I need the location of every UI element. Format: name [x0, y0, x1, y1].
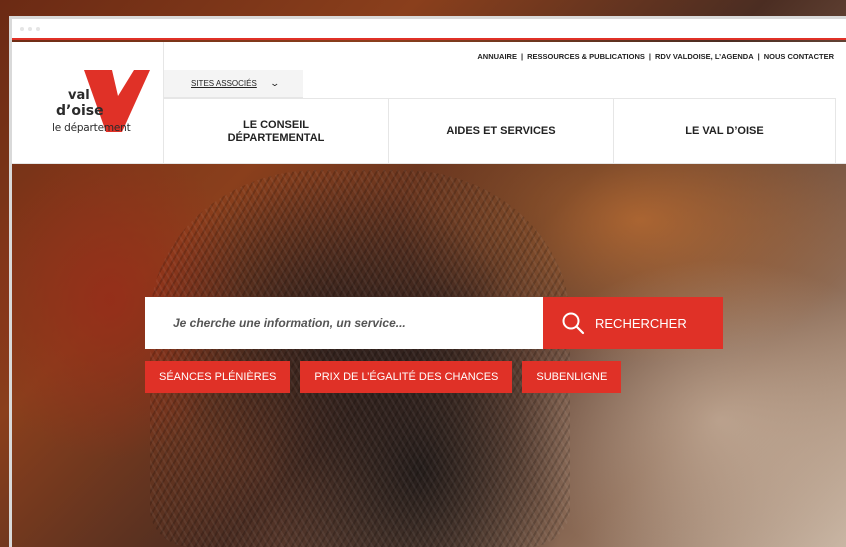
link-ressources-publications[interactable]: RESSOURCES & PUBLICATIONS: [527, 52, 645, 61]
browser-chrome-bar: [12, 19, 846, 40]
nav-item-label-line: LE CONSEIL: [242, 118, 309, 131]
nav-item-val-doise[interactable]: LE VAL D’OISE: [614, 99, 836, 164]
quick-links: SÉANCES PLÉNIÈRES PRIX DE L’ÉGALITÉ DES …: [145, 361, 622, 393]
nav-item-label: AIDES ET SERVICES: [446, 125, 556, 137]
nav-item-label: LE CONSEIL DÉPARTEMENTAL: [228, 119, 325, 145]
site-logo[interactable]: val d’oise le département: [12, 42, 164, 164]
search-icon: [561, 311, 585, 335]
search-input[interactable]: [145, 297, 543, 349]
tag-seances-plenieres[interactable]: SÉANCES PLÉNIÈRES: [145, 361, 291, 393]
window-dot: [28, 27, 32, 31]
link-contact[interactable]: NOUS CONTACTER: [764, 52, 834, 61]
main-nav: LE CONSEIL DÉPARTEMENTAL AIDES ET SERVICE…: [164, 98, 836, 164]
nav-item-label-line: DÉPARTEMENTAL: [227, 131, 325, 144]
logo-text-oise: d’oise: [56, 103, 104, 119]
site-header: val d’oise le département ANNUAIRE | RESSO…: [12, 42, 846, 164]
sites-associes-label: SITES ASSOCIÉS: [191, 79, 257, 88]
utility-links: ANNUAIRE | RESSOURCES & PUBLICATIONS | RDV V…: [477, 52, 834, 61]
tag-subenligne[interactable]: SUBENLIGNE: [522, 361, 622, 393]
link-separator: |: [757, 52, 760, 61]
window-dot: [36, 27, 40, 31]
window-controls: [20, 27, 40, 31]
search-button-label: RECHERCHER: [595, 315, 687, 331]
tag-prix-egalite-chances[interactable]: PRIX DE L’ÉGALITÉ DES CHANCES: [300, 361, 513, 393]
nav-item-aides-services[interactable]: AIDES ET SERVICES: [389, 99, 614, 164]
link-separator: |: [648, 52, 651, 61]
nav-item-conseil-departemental[interactable]: LE CONSEIL DÉPARTEMENTAL: [164, 99, 389, 164]
logo-text-departement: le département: [52, 122, 131, 134]
search-button[interactable]: RECHERCHER: [543, 297, 723, 349]
logo-text-val: val: [68, 88, 90, 103]
sites-associes-dropdown[interactable]: SITES ASSOCIÉS ⌄: [164, 70, 303, 98]
link-annuaire[interactable]: ANNUAIRE: [477, 52, 517, 61]
link-separator: |: [520, 52, 524, 61]
link-agenda[interactable]: RDV VALDOISE, L’AGENDA: [655, 52, 754, 61]
nav-item-label: LE VAL D’OISE: [685, 125, 764, 137]
window-dot: [20, 27, 24, 31]
chevron-down-icon: ⌄: [269, 78, 280, 88]
